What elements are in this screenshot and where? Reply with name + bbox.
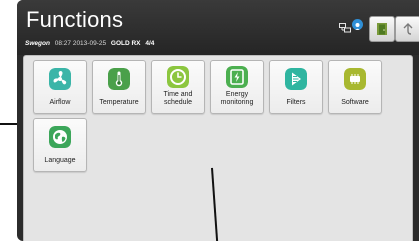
tile-filters[interactable]: Filters [269, 60, 323, 114]
globe-icon [49, 126, 71, 148]
functions-panel: Airflow Temperature Time and schedule En… [23, 55, 413, 241]
clock-time: 08:27 [54, 40, 72, 47]
unit-model: GOLD RX [110, 40, 141, 47]
tile-software[interactable]: Software [328, 60, 382, 114]
exit-button[interactable] [369, 16, 395, 42]
tile-temperature[interactable]: Temperature [92, 60, 146, 114]
page-title: Functions [26, 7, 124, 32]
status-icons [339, 19, 365, 33]
tile-label: Software [341, 99, 369, 106]
tile-label: Time and schedule [163, 91, 193, 106]
tile-time-and-schedule[interactable]: Time and schedule [151, 60, 205, 114]
energy-meter-icon [226, 66, 248, 88]
tile-label: Airflow [49, 99, 71, 106]
door-exit-icon [376, 22, 388, 41]
unit-number: 4/4 [145, 40, 155, 47]
back-arrow-icon [401, 22, 415, 41]
filter-icon [285, 68, 307, 90]
screen: Functions Swegon 08:27 2013-09-25 GOLD R… [0, 0, 419, 241]
status-line: Swegon 08:27 2013-09-25 GOLD RX 4/4 [25, 39, 154, 48]
user-icon[interactable] [352, 19, 363, 30]
tile-language[interactable]: Language [33, 118, 87, 172]
tile-energy-monitoring[interactable]: Energy monitoring [210, 60, 264, 114]
thermometer-icon [108, 68, 130, 90]
tile-airflow[interactable]: Airflow [33, 60, 87, 114]
tile-label: Energy monitoring [220, 91, 254, 106]
network-icon [339, 20, 351, 33]
brand-logo: Swegon [25, 40, 50, 47]
tile-label: Filters [286, 99, 306, 106]
clock-date: 2013-09-25 [72, 40, 107, 47]
fan-icon [49, 68, 71, 90]
chip-icon [344, 68, 366, 90]
tile-label: Temperature [99, 99, 139, 106]
header-bar: Functions Swegon 08:27 2013-09-25 GOLD R… [17, 0, 419, 55]
back-button[interactable] [395, 16, 419, 42]
device-display: Functions Swegon 08:27 2013-09-25 GOLD R… [17, 0, 419, 241]
tile-label: Language [44, 157, 76, 164]
clock-icon [167, 66, 189, 88]
pointer-line-left [0, 123, 17, 125]
